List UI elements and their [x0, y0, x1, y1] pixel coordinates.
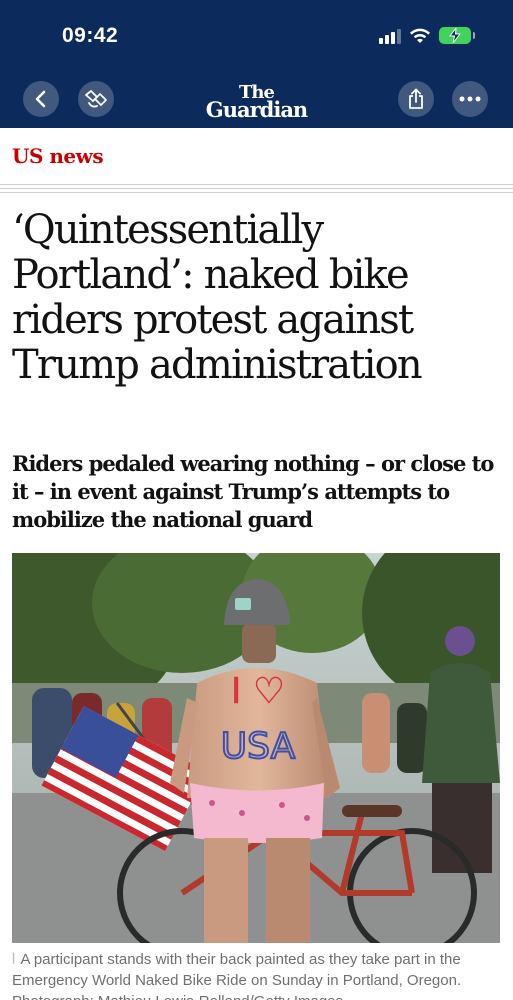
caption-text: A participant stands with their back pai… — [12, 951, 462, 1000]
image-caption: ⦚ A participant stands with their back p… — [12, 949, 507, 1000]
status-icons — [379, 27, 475, 44]
section-label[interactable]: US news — [12, 144, 104, 168]
share-button[interactable] — [398, 81, 434, 117]
section-divider — [0, 184, 513, 196]
painted-text-usa: USA — [221, 726, 296, 767]
painted-text-love: I ♡ — [231, 671, 285, 712]
app-header: 09:42 The Guardian — [0, 0, 513, 128]
caption-icon: ⦚ — [12, 951, 16, 968]
more-icon — [459, 96, 481, 102]
article-standfirst: Riders pedaled wearing nothing – or clos… — [12, 451, 494, 532]
guardian-logo[interactable]: The Guardian — [0, 84, 513, 122]
article-headline: ‘Quintessentially Portland’: naked bike … — [12, 207, 423, 388]
wifi-icon — [410, 28, 430, 43]
share-icon — [409, 88, 423, 109]
cellular-signal-icon — [379, 28, 401, 44]
article-main-image[interactable]: I ♡ USA — [12, 553, 500, 943]
more-options-button[interactable] — [452, 81, 488, 117]
status-time: 09:42 — [62, 24, 119, 47]
battery-charging-icon — [439, 27, 475, 44]
logo-line-2: Guardian — [205, 97, 308, 122]
